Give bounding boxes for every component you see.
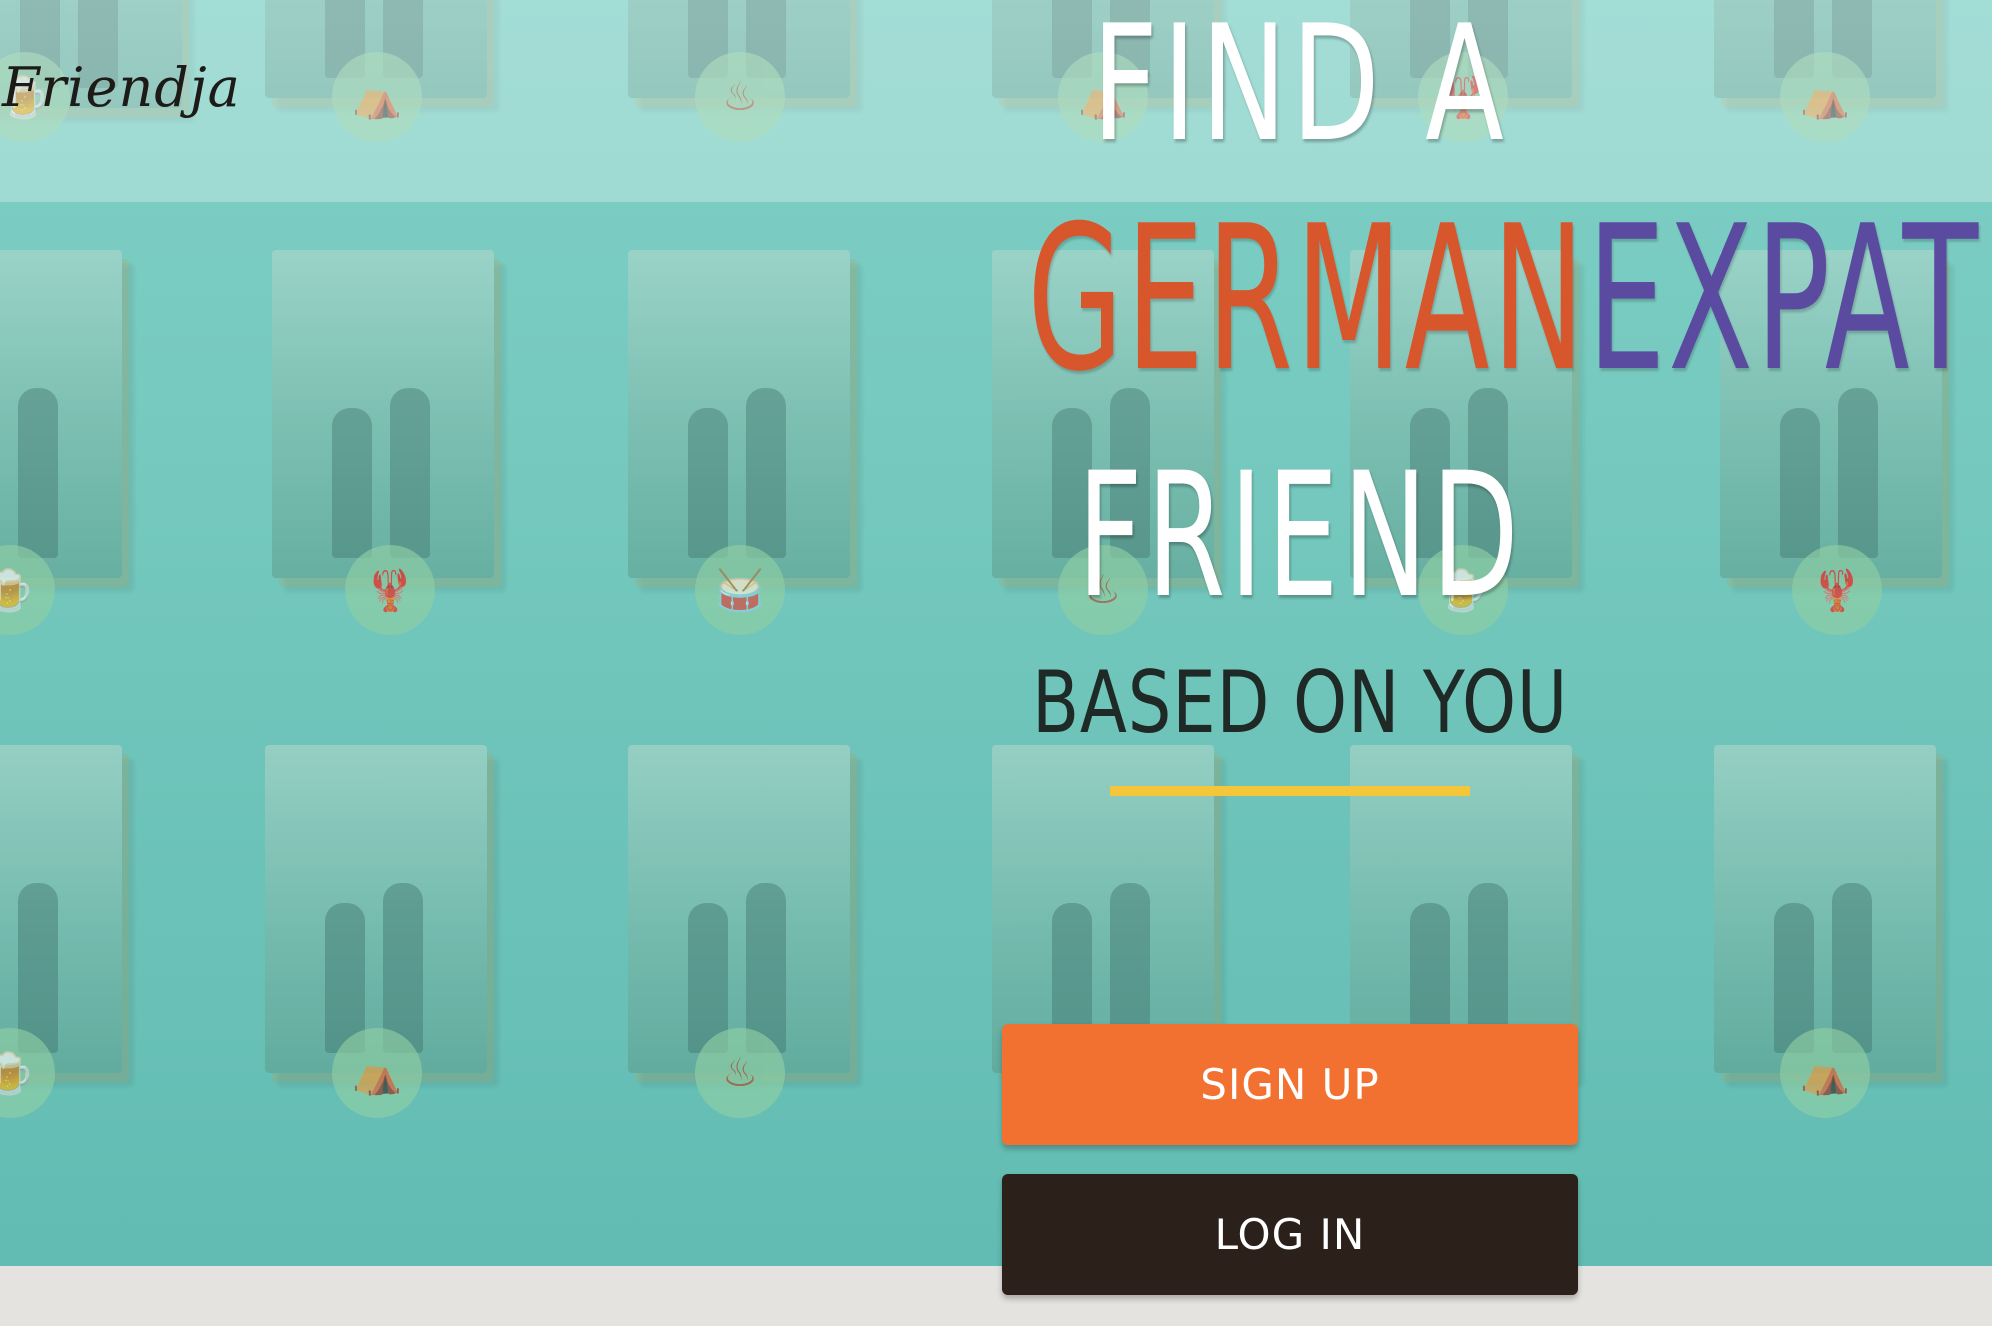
drum-icon: 🥁 [695, 545, 785, 635]
lobster-icon: 🦞 [345, 545, 435, 635]
heading-german-expat: GERMANEXPAT [1027, 200, 1978, 400]
photo-card [628, 250, 850, 578]
log-in-button[interactable]: LOG IN [1002, 1174, 1578, 1295]
friendja-logo[interactable]: Friendja [2, 56, 241, 119]
heading-friend: FRIEND [1077, 435, 1523, 636]
heading-word-expat: EXPAT [1587, 183, 1981, 416]
heading-find-a: FIND A [1091, 0, 1509, 177]
photo-card [628, 745, 850, 1073]
lobster-icon: 🦞 [1792, 545, 1882, 635]
heading-word-german: GERMAN [1027, 183, 1588, 416]
circus-tent-icon: ⛺ [1780, 1028, 1870, 1118]
subheading-based-on-you: BASED ON YOU [1031, 653, 1569, 753]
sausage-grill-icon: ♨ [695, 1028, 785, 1118]
photo-card [272, 250, 494, 578]
circus-tent-icon: ⛺ [332, 1028, 422, 1118]
photo-card [265, 745, 487, 1073]
photo-card [1714, 745, 1936, 1073]
photo-card [0, 745, 122, 1073]
sign-up-button[interactable]: SIGN UP [1002, 1024, 1578, 1145]
photo-card [0, 250, 122, 578]
subheading-underline [1110, 786, 1470, 796]
